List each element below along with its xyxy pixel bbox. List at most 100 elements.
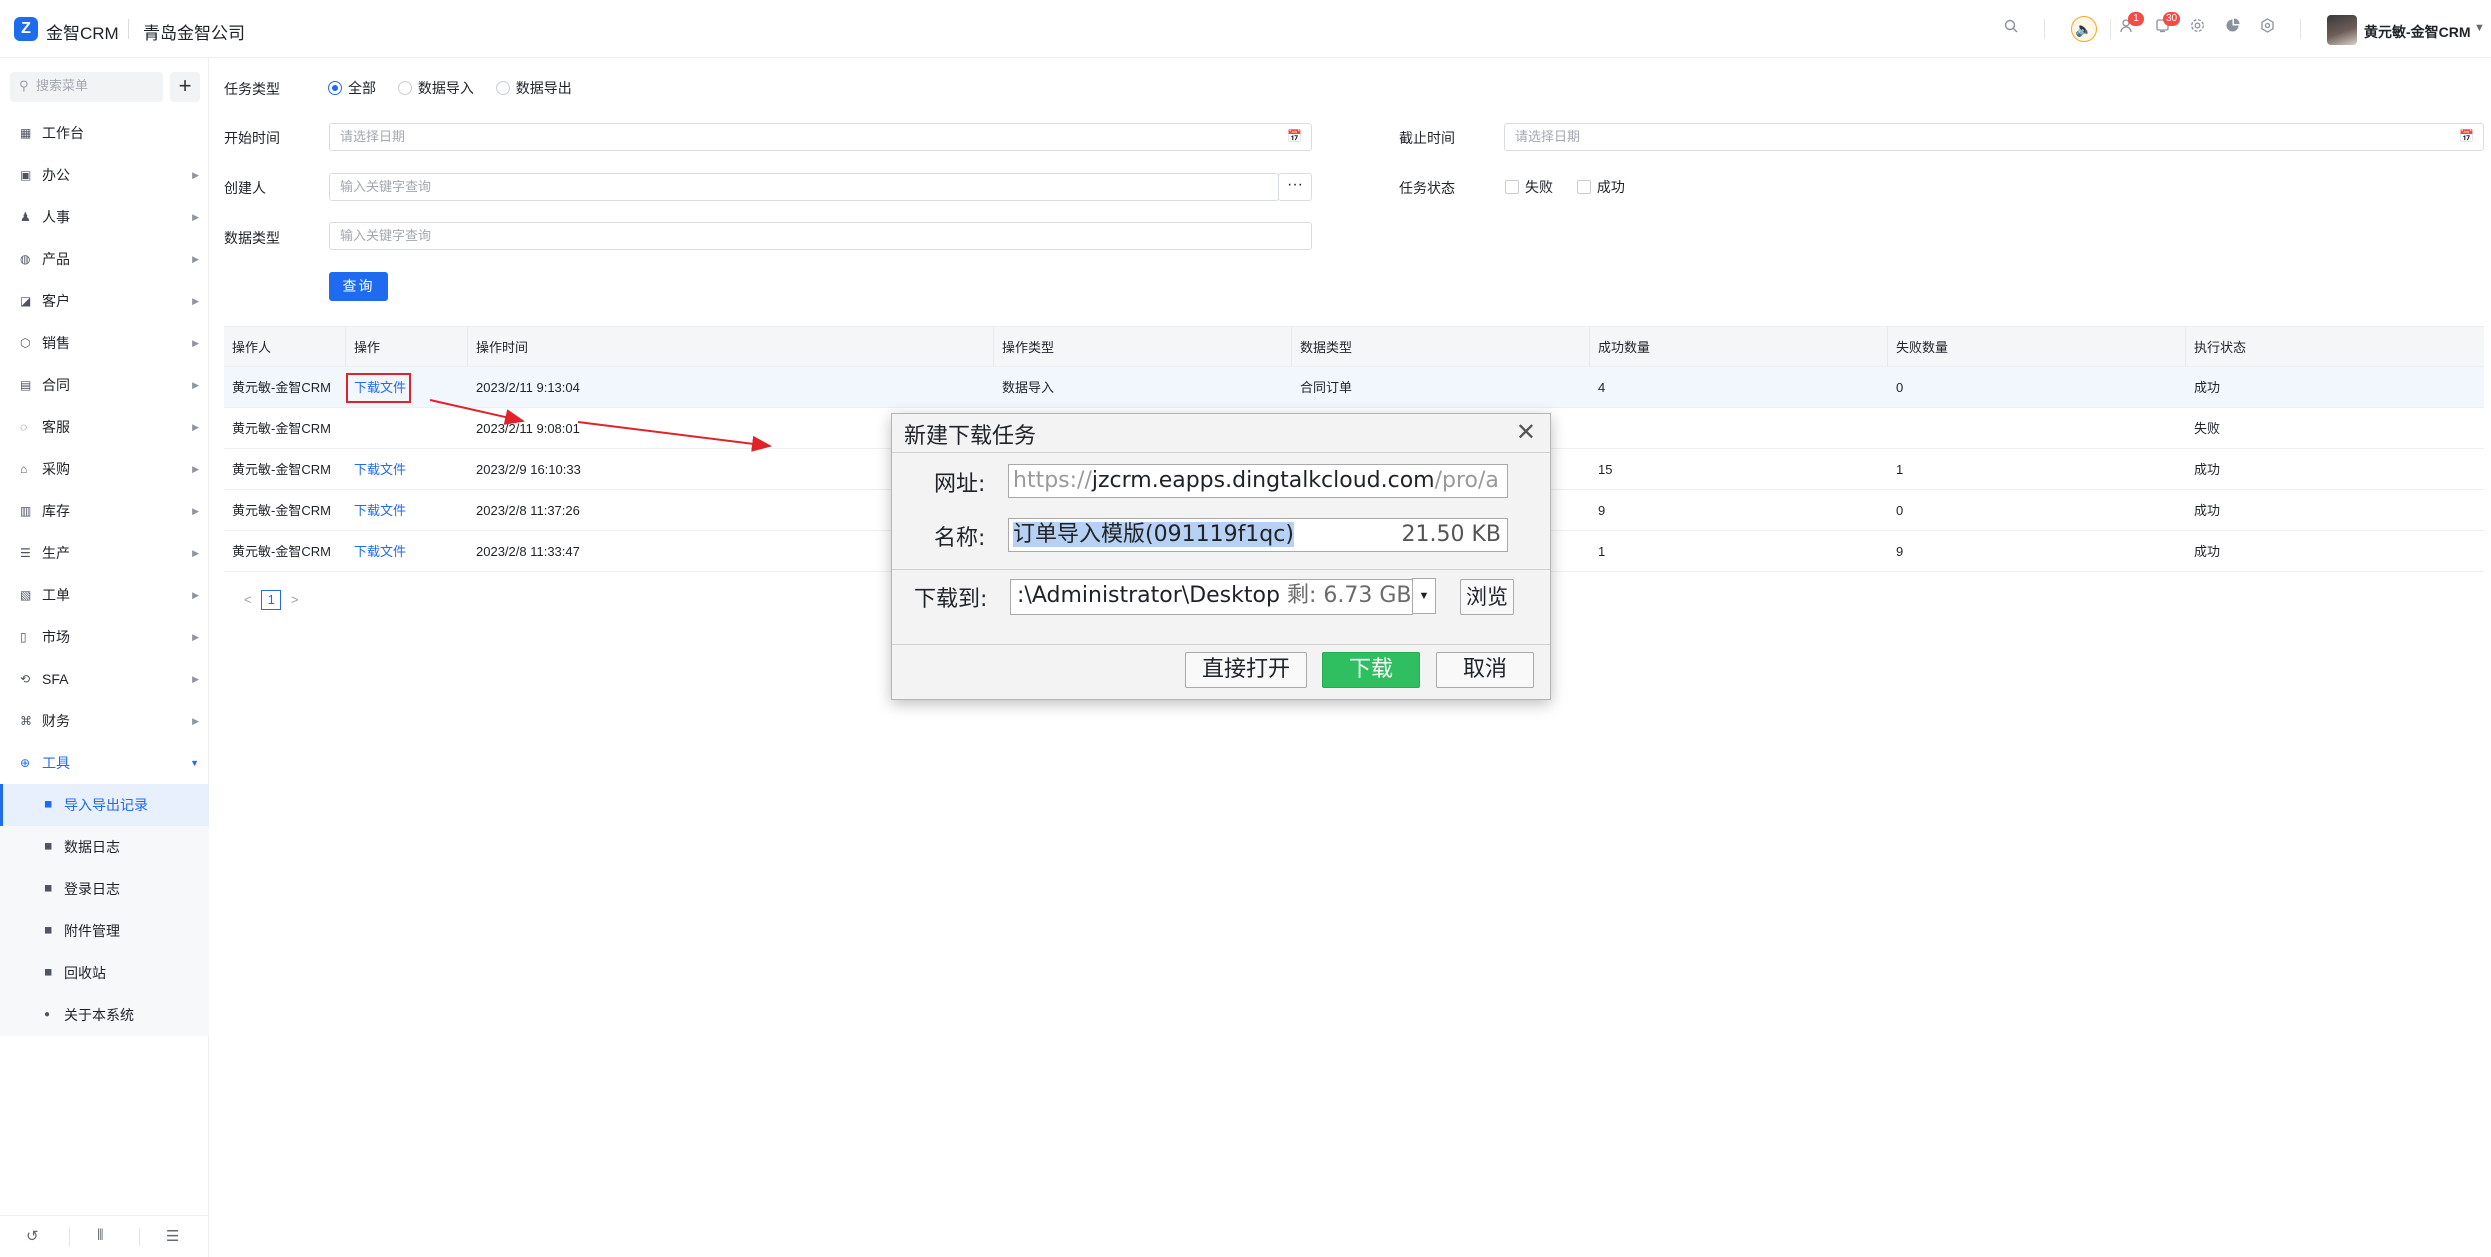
calendar-icon[interactable]: 📅: [1287, 129, 1302, 143]
data-type-field[interactable]: [329, 222, 1312, 250]
save-path-field[interactable]: :\Administrator\Desktop 剩: 6.73 GB: [1010, 579, 1413, 615]
tools-submenu: ◼ 导入导出记录 ◼ 数据日志 ◼ 登录日志 ◼ 附件管理 ◼ 回收站 ● 关于本系统: [0, 784, 209, 1036]
notification-icon[interactable]: 30: [2151, 12, 2181, 40]
sidebar-item-finance[interactable]: ⌘ 财务 ▶: [0, 700, 209, 742]
menu-search-input[interactable]: [36, 78, 156, 93]
settings-icon[interactable]: [2186, 18, 2208, 40]
speaker-icon[interactable]: 🔈: [2071, 16, 2097, 42]
sidebar-item-office[interactable]: ▣ 办公 ▶: [0, 154, 209, 196]
save-to-label: 下载到:: [914, 587, 988, 612]
sidebar-item-service[interactable]: ◌ 客服 ▶: [0, 406, 209, 448]
download-file-link[interactable]: 下载文件: [346, 449, 406, 490]
history-icon[interactable]: ↺: [26, 1227, 39, 1245]
time-cell: 2023/2/8 11:37:26: [476, 503, 580, 518]
sidebar-item-label: 人事: [42, 209, 70, 225]
creator-picker-button[interactable]: ···: [1278, 173, 1312, 201]
download-file-link[interactable]: 下载文件: [346, 490, 406, 531]
end-time-input[interactable]: [1515, 129, 2298, 144]
gear-icon[interactable]: [2256, 18, 2278, 40]
file-name-field[interactable]: 订单导入模版(091119f1qc) 21.50 KB: [1008, 518, 1508, 552]
sidebar-item-sfa[interactable]: ⟲ SFA ▶: [0, 658, 209, 700]
end-time-field[interactable]: 📅: [1504, 123, 2484, 151]
radio-export[interactable]: 数据导出: [495, 78, 572, 98]
sidebar-subitem-attachments[interactable]: ◼ 附件管理: [0, 910, 209, 952]
open-directly-button[interactable]: 直接打开: [1185, 652, 1307, 688]
add-button[interactable]: +: [170, 72, 200, 102]
table-row[interactable]: 黄元敏-金智CRM 下载文件 2023/2/11 9:13:04 数据导入 合同…: [224, 367, 2484, 408]
sidebar-item-ticket[interactable]: ▧ 工单 ▶: [0, 574, 209, 616]
column-header: 操作人: [224, 327, 346, 369]
fail-count-cell: 9: [1896, 544, 1904, 559]
dialog-divider: [892, 452, 1550, 453]
sidebar-item-product[interactable]: ◍ 产品 ▶: [0, 238, 209, 280]
logo-icon[interactable]: Z: [14, 17, 38, 41]
contacts-icon[interactable]: 1: [2116, 12, 2144, 40]
sidebar-subitem-login-log[interactable]: ◼ 登录日志: [0, 868, 209, 910]
fail-count-cell: [1888, 408, 1896, 449]
sidebar-item-tools[interactable]: ⊕ 工具 ▼: [0, 742, 209, 784]
start-time-field[interactable]: 📅: [329, 123, 1312, 151]
url-field[interactable]: https://jzcrm.eapps.dingtalkcloud.com/pr…: [1008, 464, 1508, 498]
radio-label: 数据导出: [515, 80, 572, 96]
cancel-button[interactable]: 取消: [1436, 652, 1534, 688]
start-time-input[interactable]: [340, 129, 1125, 144]
sidebar-item-purchase[interactable]: ⌂ 采购 ▶: [0, 448, 209, 490]
download-file-link[interactable]: [346, 408, 354, 449]
radio-label: 数据导入: [417, 80, 474, 96]
search-icon[interactable]: [2000, 18, 2022, 40]
columns-icon[interactable]: ⦀: [97, 1227, 104, 1244]
browse-button[interactable]: 浏览: [1460, 579, 1514, 615]
page-number-current[interactable]: 1: [261, 590, 282, 610]
fail-count-cell: 0: [1896, 380, 1904, 395]
sidebar-item-label: 办公: [42, 167, 70, 183]
save-path-dropdown[interactable]: ▼: [1412, 578, 1436, 614]
radio-label: 全部: [348, 80, 376, 96]
sidebar-item-workbench[interactable]: ▦ 工作台: [0, 112, 209, 154]
sidebar-item-customer[interactable]: ◪ 客户 ▶: [0, 280, 209, 322]
prev-page-button[interactable]: <: [244, 592, 252, 607]
user-name[interactable]: 黄元敏-金智CRM: [2364, 22, 2471, 42]
data-type-input[interactable]: [340, 228, 1125, 243]
brand-name[interactable]: 金智CRM: [46, 19, 119, 44]
checkbox-success[interactable]: 成功: [1576, 177, 1625, 197]
status-cell: 成功: [2194, 380, 2221, 395]
operator-cell: 黄元敏-金智CRM: [232, 421, 331, 436]
chevron-down-icon[interactable]: ▼: [2474, 22, 2485, 34]
sidebar-item-market[interactable]: ▯ 市场 ▶: [0, 616, 209, 658]
ticket-icon: ▧: [20, 588, 32, 602]
radio-import[interactable]: 数据导入: [397, 78, 474, 98]
radio-all[interactable]: 全部: [328, 78, 376, 98]
sidebar-item-label: 工单: [42, 587, 70, 603]
download-file-link[interactable]: 下载文件: [346, 531, 406, 572]
collapse-menu-icon[interactable]: ☰: [166, 1227, 179, 1245]
sidebar-item-inventory[interactable]: ▥ 库存 ▶: [0, 490, 209, 532]
sidebar-subitem-recycle-bin[interactable]: ◼ 回收站: [0, 952, 209, 994]
success-count-cell: 1: [1598, 544, 1606, 559]
checkbox-failed[interactable]: 失败: [1505, 177, 1553, 197]
sidebar-subitem-about[interactable]: ● 关于本系统: [0, 994, 209, 1036]
avatar[interactable]: [2327, 15, 2357, 45]
creator-field[interactable]: [329, 173, 1279, 201]
download-button[interactable]: 下载: [1322, 652, 1420, 688]
calendar-icon[interactable]: 📅: [2459, 129, 2474, 143]
sidebar-item-contract[interactable]: ▤ 合同 ▶: [0, 364, 209, 406]
attachment-icon: ◼: [44, 925, 53, 936]
chevron-right-icon: ▶: [192, 590, 199, 600]
pie-chart-icon[interactable]: [2221, 18, 2243, 40]
sidebar-item-label: 销售: [42, 335, 70, 351]
sidebar-item-label: 导入导出记录: [64, 797, 148, 813]
column-header: 数据类型: [1292, 327, 1590, 369]
sidebar-subitem-import-export[interactable]: ◼ 导入导出记录: [0, 784, 209, 826]
sidebar-item-sales[interactable]: ⬡ 销售 ▶: [0, 322, 209, 364]
sidebar-subitem-data-log[interactable]: ◼ 数据日志: [0, 826, 209, 868]
sidebar-item-hr[interactable]: ♟ 人事 ▶: [0, 196, 209, 238]
sidebar-item-production[interactable]: ☰ 生产 ▶: [0, 532, 209, 574]
sidebar: ⚲ + ▦ 工作台 ▣ 办公 ▶ ♟ 人事 ▶ ◍ 产品 ▶ ◪ 客户 ▶ ⬡ 销售 ▶ ▤ 合同 ▶ ◌…: [0, 58, 209, 1257]
creator-input[interactable]: [340, 179, 1099, 194]
office-icon: ▣: [20, 168, 32, 182]
close-icon[interactable]: ✕: [1516, 418, 1536, 446]
query-button[interactable]: 查询: [329, 272, 388, 301]
end-time-label: 截止时间: [1399, 130, 1455, 146]
next-page-button[interactable]: >: [291, 592, 299, 607]
header-divider: [2110, 19, 2111, 39]
